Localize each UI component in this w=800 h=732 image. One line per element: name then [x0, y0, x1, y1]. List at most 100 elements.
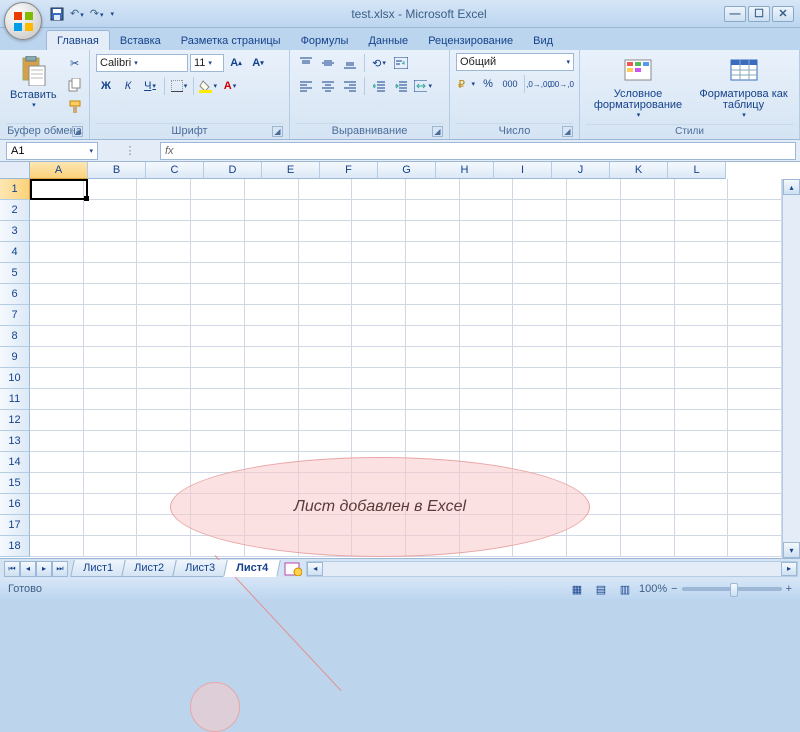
orientation-icon[interactable]: ⟲▾ — [369, 53, 389, 73]
cell[interactable] — [352, 200, 406, 221]
row-header[interactable]: 11 — [0, 389, 30, 410]
cell[interactable] — [675, 452, 729, 473]
cell[interactable] — [513, 284, 567, 305]
cell[interactable] — [460, 410, 514, 431]
minimize-button[interactable]: — — [724, 6, 746, 22]
cell[interactable] — [513, 410, 567, 431]
cell[interactable] — [245, 179, 299, 200]
cell[interactable] — [352, 431, 406, 452]
row-header[interactable]: 16 — [0, 494, 30, 515]
cell[interactable] — [621, 431, 675, 452]
cell[interactable] — [621, 179, 675, 200]
cell[interactable] — [567, 284, 621, 305]
cell[interactable] — [675, 389, 729, 410]
increase-decimal-icon[interactable]: ,0→,00 — [529, 74, 549, 94]
cell[interactable] — [352, 242, 406, 263]
cell[interactable] — [137, 200, 191, 221]
cell[interactable] — [245, 200, 299, 221]
cell[interactable] — [406, 200, 460, 221]
font-family-combo[interactable]: Calibri▾ — [96, 54, 188, 72]
cell[interactable] — [567, 263, 621, 284]
cell[interactable] — [728, 536, 782, 557]
cell[interactable] — [513, 200, 567, 221]
cell[interactable] — [728, 179, 782, 200]
cell[interactable] — [299, 347, 353, 368]
cell[interactable] — [137, 452, 191, 473]
cell[interactable] — [675, 263, 729, 284]
undo-icon[interactable]: ↶▾ — [70, 7, 84, 20]
cell[interactable] — [191, 305, 245, 326]
cell[interactable] — [245, 368, 299, 389]
cell[interactable] — [30, 368, 84, 389]
cell[interactable] — [30, 263, 84, 284]
align-middle-icon[interactable] — [318, 53, 338, 73]
cell[interactable] — [352, 326, 406, 347]
cell[interactable] — [621, 452, 675, 473]
cell[interactable] — [567, 368, 621, 389]
cell[interactable] — [137, 284, 191, 305]
cell[interactable] — [30, 347, 84, 368]
cell[interactable] — [84, 494, 138, 515]
cell[interactable] — [567, 536, 621, 557]
cell[interactable] — [621, 242, 675, 263]
cell[interactable] — [728, 452, 782, 473]
cell[interactable] — [460, 326, 514, 347]
cell[interactable] — [406, 242, 460, 263]
cell[interactable] — [567, 305, 621, 326]
cell[interactable] — [675, 326, 729, 347]
format-painter-icon[interactable] — [65, 97, 85, 117]
cell[interactable] — [352, 410, 406, 431]
paste-button[interactable]: Вставить▾ — [6, 53, 61, 111]
merge-center-icon[interactable]: ▾ — [413, 76, 433, 96]
sheet-tab[interactable]: Лист1 — [70, 560, 126, 577]
cell[interactable] — [299, 242, 353, 263]
view-page-layout-icon[interactable]: ▤ — [591, 579, 611, 599]
cell[interactable] — [299, 221, 353, 242]
cell[interactable] — [137, 347, 191, 368]
cell[interactable] — [621, 347, 675, 368]
cell[interactable] — [245, 347, 299, 368]
cell[interactable] — [728, 494, 782, 515]
column-header[interactable]: C — [146, 162, 204, 179]
cell[interactable] — [84, 221, 138, 242]
zoom-level[interactable]: 100% — [639, 583, 667, 595]
new-sheet-button[interactable] — [282, 561, 304, 577]
redo-icon[interactable]: ↷▾ — [90, 7, 104, 20]
cell[interactable] — [30, 515, 84, 536]
cell[interactable] — [513, 431, 567, 452]
cell[interactable] — [675, 473, 729, 494]
view-page-break-icon[interactable]: ▥ — [615, 579, 635, 599]
cell[interactable] — [191, 347, 245, 368]
cell[interactable] — [84, 368, 138, 389]
cell[interactable] — [84, 242, 138, 263]
column-header[interactable]: L — [668, 162, 726, 179]
cell[interactable] — [567, 452, 621, 473]
row-header[interactable]: 4 — [0, 242, 30, 263]
cell[interactable] — [621, 284, 675, 305]
cell[interactable] — [675, 536, 729, 557]
column-header[interactable]: J — [552, 162, 610, 179]
cell[interactable] — [728, 368, 782, 389]
cell[interactable] — [84, 347, 138, 368]
align-left-icon[interactable] — [296, 76, 316, 96]
cell[interactable] — [299, 179, 353, 200]
cell[interactable] — [460, 389, 514, 410]
cell[interactable] — [137, 389, 191, 410]
cell[interactable] — [299, 368, 353, 389]
cell[interactable] — [137, 221, 191, 242]
cell[interactable] — [191, 221, 245, 242]
align-top-icon[interactable] — [296, 53, 316, 73]
column-header[interactable]: K — [610, 162, 668, 179]
cell[interactable] — [728, 263, 782, 284]
row-header[interactable]: 13 — [0, 431, 30, 452]
borders-icon[interactable]: ▾ — [169, 76, 189, 96]
zoom-in-button[interactable]: + — [786, 583, 792, 595]
row-header[interactable]: 18 — [0, 536, 30, 557]
vertical-scrollbar[interactable]: ▴ ▾ — [782, 179, 800, 558]
close-button[interactable]: ✕ — [772, 6, 794, 22]
scroll-up-icon[interactable]: ▴ — [783, 179, 800, 195]
cell[interactable] — [460, 242, 514, 263]
cell[interactable] — [567, 179, 621, 200]
cell[interactable] — [30, 431, 84, 452]
row-header[interactable]: 5 — [0, 263, 30, 284]
